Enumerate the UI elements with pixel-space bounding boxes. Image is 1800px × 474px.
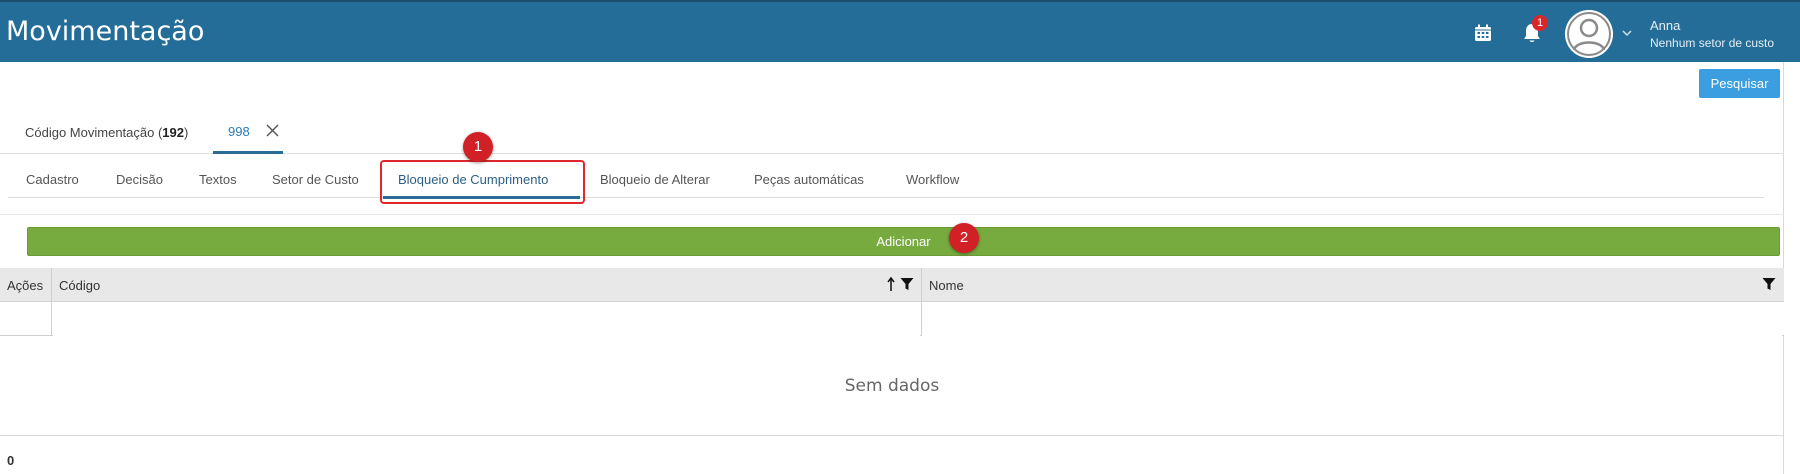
column-header-codigo[interactable]: Código bbox=[59, 278, 100, 293]
grid-footer-divider bbox=[0, 435, 1784, 436]
notification-badge: 1 bbox=[1532, 15, 1548, 31]
tab-bloqueio-de-alterar[interactable]: Bloqueio de Alterar bbox=[600, 172, 710, 187]
column-header-acoes: Ações bbox=[7, 278, 44, 293]
sort-ascending-icon[interactable] bbox=[887, 276, 895, 292]
grid-header: Ações Código Nome bbox=[0, 268, 1784, 302]
annotation-marker-2: 2 bbox=[949, 223, 979, 253]
annotation-marker-1: 1 bbox=[463, 132, 493, 162]
doc-tab-code-suffix: ) bbox=[184, 125, 189, 140]
page-title: Movimentação bbox=[6, 16, 205, 47]
close-icon[interactable] bbox=[266, 124, 279, 137]
add-button[interactable]: Adicionar bbox=[27, 227, 1780, 256]
top-bar: Movimentação 1 Anna Nenhum setor de cust… bbox=[0, 0, 1800, 62]
tabs-divider bbox=[8, 197, 1764, 198]
annotation-highlight-box bbox=[380, 160, 585, 204]
total-count: 0 bbox=[7, 453, 15, 468]
tab-setor-de-custo[interactable]: Setor de Custo bbox=[272, 172, 359, 187]
codigo-filter-cell[interactable] bbox=[53, 302, 920, 336]
empty-state-text: Sem dados bbox=[844, 376, 940, 396]
column-separator bbox=[51, 268, 52, 336]
filter-icon[interactable] bbox=[900, 277, 914, 291]
doc-tab-record[interactable]: 998 bbox=[228, 124, 250, 139]
search-button[interactable]: Pesquisar bbox=[1699, 69, 1780, 98]
doc-tab-active-indicator bbox=[213, 151, 283, 154]
user-name: Anna bbox=[1650, 18, 1681, 33]
tab-pecas-automaticas[interactable]: Peças automáticas bbox=[754, 172, 864, 187]
chevron-down-icon[interactable] bbox=[1620, 28, 1634, 38]
avatar[interactable] bbox=[1565, 10, 1613, 58]
filter-row bbox=[0, 302, 1784, 336]
user-avatar-icon bbox=[1565, 10, 1613, 58]
tab-decisao[interactable]: Decisão bbox=[116, 172, 163, 187]
tab-cadastro[interactable]: Cadastro bbox=[26, 172, 79, 187]
doc-tab-code[interactable]: Código Movimentação (192) bbox=[25, 125, 188, 140]
section-divider bbox=[0, 214, 1784, 215]
tab-workflow[interactable]: Workflow bbox=[906, 172, 959, 187]
column-header-nome[interactable]: Nome bbox=[929, 278, 964, 293]
doc-tab-code-value: 192 bbox=[162, 125, 184, 140]
nome-filter-cell[interactable] bbox=[922, 302, 1782, 336]
doc-tab-code-label: Código Movimentação ( bbox=[25, 125, 163, 140]
column-separator bbox=[921, 268, 922, 336]
calendar-icon[interactable] bbox=[1474, 24, 1492, 42]
filter-icon[interactable] bbox=[1762, 277, 1776, 291]
tab-textos[interactable]: Textos bbox=[199, 172, 237, 187]
user-sector: Nenhum setor de custo bbox=[1650, 36, 1775, 50]
